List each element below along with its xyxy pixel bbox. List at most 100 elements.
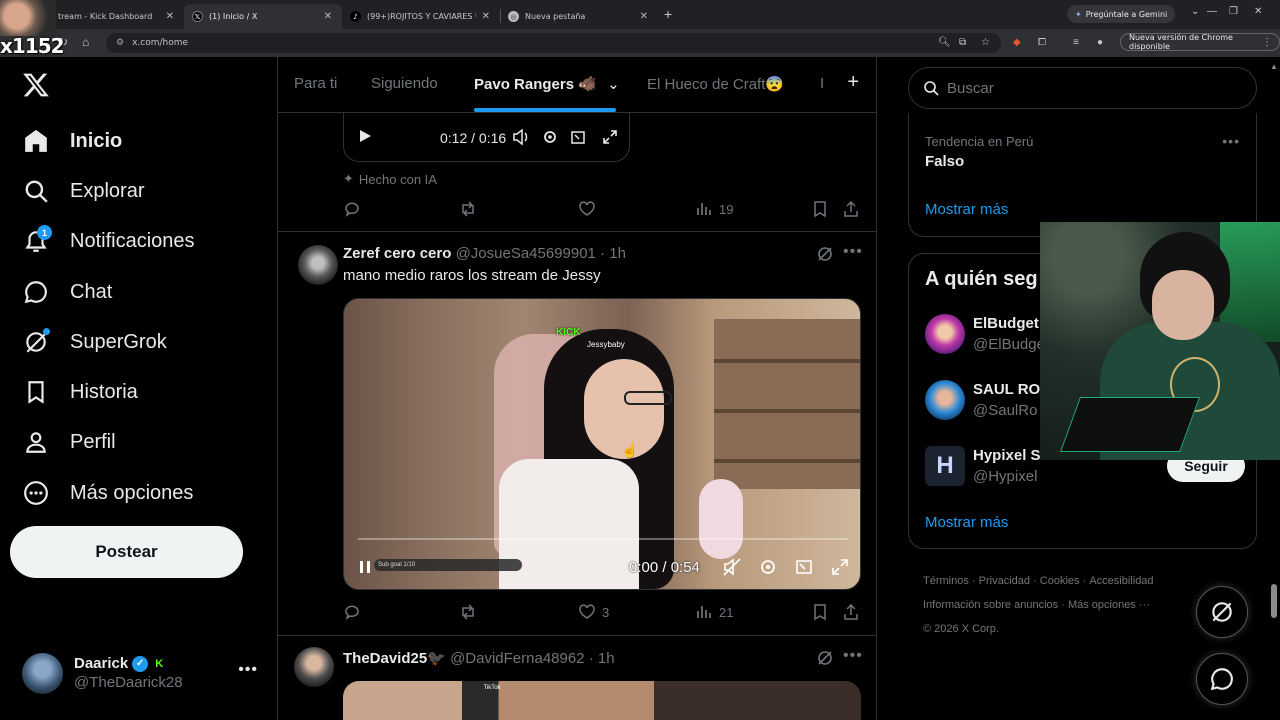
close-tab-icon[interactable]: ✕ [482,11,490,22]
suggestion-handle: @Hypixel [973,468,1038,485]
footer-link[interactable]: Más opciones ··· [1068,599,1150,611]
views-button[interactable]: 19 [695,200,733,218]
search-input[interactable]: Buscar [908,67,1257,109]
nav-item-supergrok[interactable]: SuperGrok [22,322,167,362]
settings-icon[interactable] [758,557,778,577]
tab-pavo-rangers[interactable]: Pavo Rangers 🐗 ⌄ [474,75,620,93]
chrome-update-button[interactable]: Nueva versión de Chrome disponible [1120,33,1280,51]
nav-item-notificaciones[interactable]: 1 Notificaciones [22,221,195,261]
tab-search-icon[interactable]: ⌄ [1191,6,1199,17]
footer-link[interactable]: Privacidad [979,575,1030,587]
browser-tab-x[interactable]: 𝕏 (1) Inicio / X ✕ [184,4,342,29]
share-button[interactable] [842,603,860,621]
browser-tab-new[interactable]: ◎ Nueva pestaña ✕ [500,4,658,29]
tab-more[interactable]: I [820,75,824,92]
grok-fab-button[interactable] [1196,586,1248,638]
like-button[interactable] [578,200,596,218]
show-more-link[interactable]: Mostrar más [925,514,1008,531]
play-icon[interactable] [358,129,372,143]
bookmark-button[interactable] [811,200,829,218]
nav-item-explorar[interactable]: Explorar [22,171,144,211]
tab-siguiendo[interactable]: Siguiendo [371,75,438,92]
like-button[interactable]: 3 [578,603,609,621]
footer-link[interactable]: Información sobre anuncios [923,599,1058,611]
cast-icon[interactable]: ⧉ [959,37,966,48]
close-window-icon[interactable]: ✕ [1254,6,1262,17]
tab-el-hueco-de-craft[interactable]: El Hueco de Craft😨 [647,75,784,93]
video-player[interactable]: KICK Jessybaby ☝ Sub goal 1/10 0:00 / 0:… [343,298,861,590]
footer-link[interactable]: Términos [923,575,969,587]
url-bar[interactable]: ⚙ x.com/home [106,33,1001,53]
close-tab-icon[interactable]: ✕ [166,11,174,22]
more-icon[interactable]: ••• [843,243,863,261]
browser-tab-kick[interactable]: tream - Kick Dashboard ✕ [36,4,184,29]
x-logo-icon[interactable] [22,71,50,99]
tab-title: Nueva pestaña [525,12,586,21]
nav-item-mas-opciones[interactable]: Más opciones [22,473,193,513]
pip-icon[interactable] [569,128,587,146]
bookmark-button[interactable] [811,603,829,621]
repost-button[interactable] [459,603,477,621]
extension-icon[interactable]: ◆ [1013,37,1021,48]
post-media[interactable]: TikTok [343,681,861,720]
scrollbar-thumb[interactable] [1271,584,1277,618]
chevron-down-icon[interactable]: ⌄ [607,76,620,93]
minimize-icon[interactable]: — [1207,6,1217,17]
post-time[interactable]: · 1h [600,245,626,262]
more-icon[interactable]: ••• [238,661,258,679]
account-switcher[interactable]: Daarick ✓ K @TheDaarick28 ••• [22,649,262,697]
more-icon[interactable]: ••• [1222,133,1240,149]
share-button[interactable] [842,200,860,218]
browser-tab-tiktok[interactable]: ♪ (99+)ROJITOS Y CAVIARES UNI… ✕ [342,4,500,29]
pause-icon[interactable] [358,560,372,574]
media-icon[interactable]: ≡ [1073,37,1079,48]
nav-label: Historia [70,380,138,403]
post-author-handle[interactable]: @JosueSa45699901 [456,245,596,262]
repost-button[interactable] [459,200,477,218]
pip-icon[interactable] [794,557,814,577]
tab-title: tream - Kick Dashboard [58,12,153,21]
fullscreen-icon[interactable] [601,128,619,146]
maximize-icon[interactable]: ❐ [1229,6,1238,17]
more-icon[interactable]: ••• [843,647,863,665]
muted-icon[interactable] [722,557,742,577]
settings-icon[interactable] [541,128,559,146]
puzzle-icon[interactable]: ⧠ [1038,37,1046,48]
site-info-icon[interactable]: ⚙ [116,38,124,48]
footer-link[interactable]: Accesibilidad [1089,575,1153,587]
profile-icon[interactable]: ● [1097,37,1103,48]
gemini-button[interactable]: ✦ Pregúntale a Gemini [1067,5,1176,23]
footer-link[interactable]: Cookies [1040,575,1080,587]
trend-name[interactable]: Falso [925,153,964,170]
post-time[interactable]: · 1h [589,650,615,667]
zoom-icon[interactable]: 🔍︎ [938,37,951,48]
post-button[interactable]: Postear [10,526,243,578]
nav-item-perfil[interactable]: Perfil [22,422,116,462]
home-browser-icon[interactable]: ⌂ [82,35,89,49]
close-tab-icon[interactable]: ✕ [324,11,332,22]
views-button[interactable]: 21 [695,603,733,621]
volume-icon[interactable] [512,128,530,146]
chat-fab-button[interactable] [1196,653,1248,705]
add-tab-icon[interactable]: + [847,71,859,94]
video-progress-bar[interactable] [358,538,848,540]
fullscreen-icon[interactable] [830,557,850,577]
avatar[interactable] [294,647,334,687]
post-author-name[interactable]: Zeref cero cero [343,245,451,262]
grok-icon[interactable] [816,649,834,667]
reply-button[interactable] [343,200,361,218]
scroll-up-icon[interactable]: ▲ [1270,62,1278,71]
post-author-handle[interactable]: @DavidFerna48962 [450,650,584,667]
tab-para-ti[interactable]: Para ti [294,75,337,92]
new-tab-icon[interactable]: + [664,6,672,22]
post-author-name[interactable]: TheDavid25🐦‍⬛ [343,650,446,667]
star-icon[interactable]: ☆ [981,37,990,48]
nav-item-historia[interactable]: Historia [22,372,138,412]
nav-item-inicio[interactable]: Inicio [22,121,122,161]
nav-item-chat[interactable]: Chat [22,272,112,312]
avatar[interactable] [298,245,338,285]
grok-icon[interactable] [816,245,834,263]
close-tab-icon[interactable]: ✕ [640,11,648,22]
reply-button[interactable] [343,603,361,621]
show-more-link[interactable]: Mostrar más [925,201,1008,218]
